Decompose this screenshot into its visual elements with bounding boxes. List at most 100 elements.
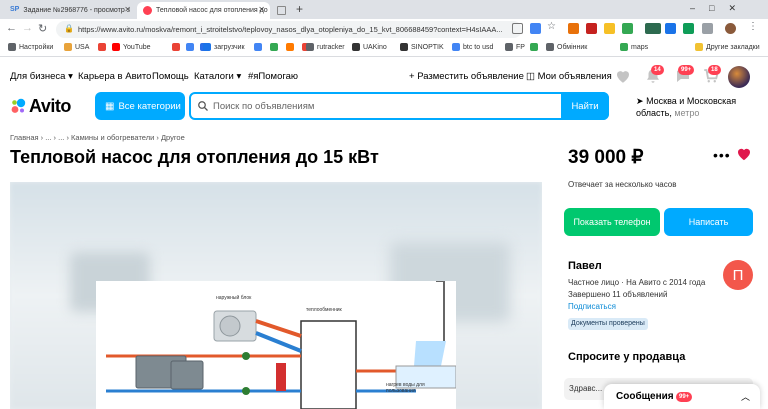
my-ads-link[interactable]: ◫ Мои объявления xyxy=(526,71,612,82)
favorite-heart-icon[interactable] xyxy=(736,146,752,161)
url-field[interactable]: 🔒 https://www.avito.ru/moskva/remont_i_s… xyxy=(56,21,522,38)
user-avatar[interactable] xyxy=(728,66,750,88)
back-icon[interactable]: ← xyxy=(6,22,17,34)
uakino-icon xyxy=(352,43,360,51)
forward-icon[interactable]: → xyxy=(22,22,33,34)
bookmark-sinoptik[interactable]: SINOPTIK xyxy=(400,43,444,51)
bookmark-orange[interactable] xyxy=(286,43,297,51)
bookmark-other[interactable]: Другие закладки xyxy=(695,43,760,51)
blank-page-icon xyxy=(277,6,286,15)
tab-task[interactable]: SP Задание №2968776 - просмотр з ✕ xyxy=(4,2,136,19)
profile-icon[interactable] xyxy=(725,23,736,34)
tab-blank[interactable] xyxy=(271,2,291,19)
breadcrumb[interactable]: Главная › ... › ... › Камины и обогреват… xyxy=(10,133,185,142)
search-input[interactable] xyxy=(213,99,553,114)
bookmark-gmail[interactable] xyxy=(172,43,183,51)
bookmark-usa[interactable]: USA xyxy=(64,43,89,51)
avito-logo-dots-icon xyxy=(11,98,26,113)
help-link[interactable]: Помощь xyxy=(152,71,189,82)
messenger-badge: 99+ xyxy=(676,392,693,402)
bookmark-uakino[interactable]: UAKino xyxy=(352,43,387,51)
help-tag-link[interactable]: #яПомогаю xyxy=(248,71,298,82)
avito-logo[interactable]: Avito xyxy=(10,95,71,116)
cart-badge: 18 xyxy=(708,65,721,75)
bookmark-green[interactable] xyxy=(270,43,281,51)
maximize-icon[interactable]: □ xyxy=(709,3,728,13)
new-tab-button[interactable]: + xyxy=(296,2,303,16)
share-icon[interactable] xyxy=(512,23,523,34)
avito-favicon-icon xyxy=(143,6,152,15)
menu-icon[interactable]: ⋮ xyxy=(748,21,759,32)
messenger-panel[interactable]: Сообщения 99+ ︿ xyxy=(604,384,760,409)
bookmark-youtube[interactable]: YouTube xyxy=(112,43,151,51)
extension-blue-icon[interactable] xyxy=(665,23,676,34)
sp-logo-icon: SP xyxy=(10,6,20,13)
bookmark-g[interactable] xyxy=(186,43,197,51)
location-arrow-icon: ➤ xyxy=(636,96,644,106)
diagram-label-heat-exchanger: теплообменник xyxy=(306,307,342,313)
seller-name[interactable]: Павел xyxy=(568,260,602,272)
bookmark-settings[interactable]: Настройки xyxy=(8,43,53,51)
all-categories-button[interactable]: ▦ Все категории xyxy=(95,92,185,120)
seller-info: Частное лицо · На Авито с 2014 года xyxy=(568,278,706,287)
catalogs-link[interactable]: Каталоги ▾ xyxy=(194,71,241,82)
ltc-rate-icon[interactable] xyxy=(645,23,661,34)
extension-yellow-icon[interactable] xyxy=(604,23,615,34)
search-box: Найти xyxy=(189,92,609,120)
bookmark-google[interactable] xyxy=(98,43,109,51)
bookmark-btc[interactable]: btc to usd xyxy=(452,43,493,51)
chevron-up-icon[interactable]: ︿ xyxy=(741,390,750,403)
bookmark-fp[interactable]: FP xyxy=(505,43,525,51)
reload-icon[interactable]: ↻ xyxy=(38,22,47,35)
show-phone-button[interactable]: Показать телефон xyxy=(564,208,660,236)
diagram-label-outdoor-unit: наружный блок xyxy=(216,295,252,301)
more-options-icon[interactable]: ••• xyxy=(713,147,731,163)
favorites-heart-icon[interactable] xyxy=(614,67,632,85)
browser-tab-bar: SP Задание №2968776 - просмотр з ✕ Тепло… xyxy=(0,0,768,19)
bookmark-exchanger[interactable]: Обмінник xyxy=(546,43,587,51)
region-selector[interactable]: ➤ Москва и Московская область, метро xyxy=(636,95,756,119)
price: 39 000 ₽ xyxy=(568,147,644,168)
address-bar: ← → ↻ 🔒 https://www.avito.ru/moskva/remo… xyxy=(0,19,768,40)
seller-completed[interactable]: Завершено 11 объявлений xyxy=(568,290,667,299)
close-tab-icon[interactable]: ✕ xyxy=(258,5,265,14)
tab-avito[interactable]: Тепловой насос для отопления до ✕ xyxy=(137,2,270,19)
gmail-icon xyxy=(172,43,180,51)
bookmark-green-icon xyxy=(270,43,278,51)
messages-badge: 99+ xyxy=(678,65,695,75)
minimize-icon[interactable]: – xyxy=(690,3,709,13)
extension-red-icon[interactable] xyxy=(586,23,597,34)
search-button[interactable]: Найти xyxy=(561,92,609,120)
bookmark-loader[interactable]: загрузчик xyxy=(203,43,245,51)
google-icon xyxy=(98,43,106,51)
bookmark-maps[interactable]: maps xyxy=(620,43,648,51)
folder-icon xyxy=(695,43,703,51)
subscribe-link[interactable]: Подписаться xyxy=(568,302,616,311)
close-tab-icon[interactable]: ✕ xyxy=(124,5,131,14)
post-ad-link[interactable]: + Разместить объявление xyxy=(409,71,524,82)
bookmark-image[interactable] xyxy=(530,43,541,51)
heat-pump-diagram: наружный блок теплообменник нагрев воды … xyxy=(96,280,457,409)
bookmark-star-icon[interactable]: ☆ xyxy=(547,21,558,32)
docs-verified-badge: Документы проверены xyxy=(568,318,648,330)
extensions-puzzle-icon[interactable] xyxy=(702,23,713,34)
close-window-icon[interactable]: ✕ xyxy=(728,3,750,13)
tab-title: Тепловой насос для отопления до xyxy=(156,7,268,14)
seller-avatar[interactable]: П xyxy=(723,260,753,290)
listing-image-gallery[interactable]: наружный блок теплообменник нагрев воды … xyxy=(10,182,542,409)
bookmark-rutracker[interactable]: rutracker xyxy=(306,43,345,51)
ask-seller-title: Спросите у продавца xyxy=(568,351,686,363)
bookmark-blue[interactable] xyxy=(254,43,265,51)
extension-orange-icon[interactable] xyxy=(568,23,579,34)
logo-text: Avito xyxy=(29,95,71,116)
career-link[interactable]: Карьера в Авито xyxy=(78,71,151,82)
extension-teal-icon[interactable] xyxy=(683,23,694,34)
youtube-icon xyxy=(112,43,120,51)
url-text: https://www.avito.ru/moskva/remont_i_str… xyxy=(78,25,503,34)
for-business-link[interactable]: Для бизнеса ▾ xyxy=(10,71,73,82)
google-translate-icon[interactable] xyxy=(530,23,541,34)
write-message-button[interactable]: Написать xyxy=(664,208,753,236)
extension-green-icon[interactable] xyxy=(622,23,633,34)
window-controls: –□✕ xyxy=(690,3,750,14)
tab-title: Задание №2968776 - просмотр з xyxy=(23,7,130,14)
